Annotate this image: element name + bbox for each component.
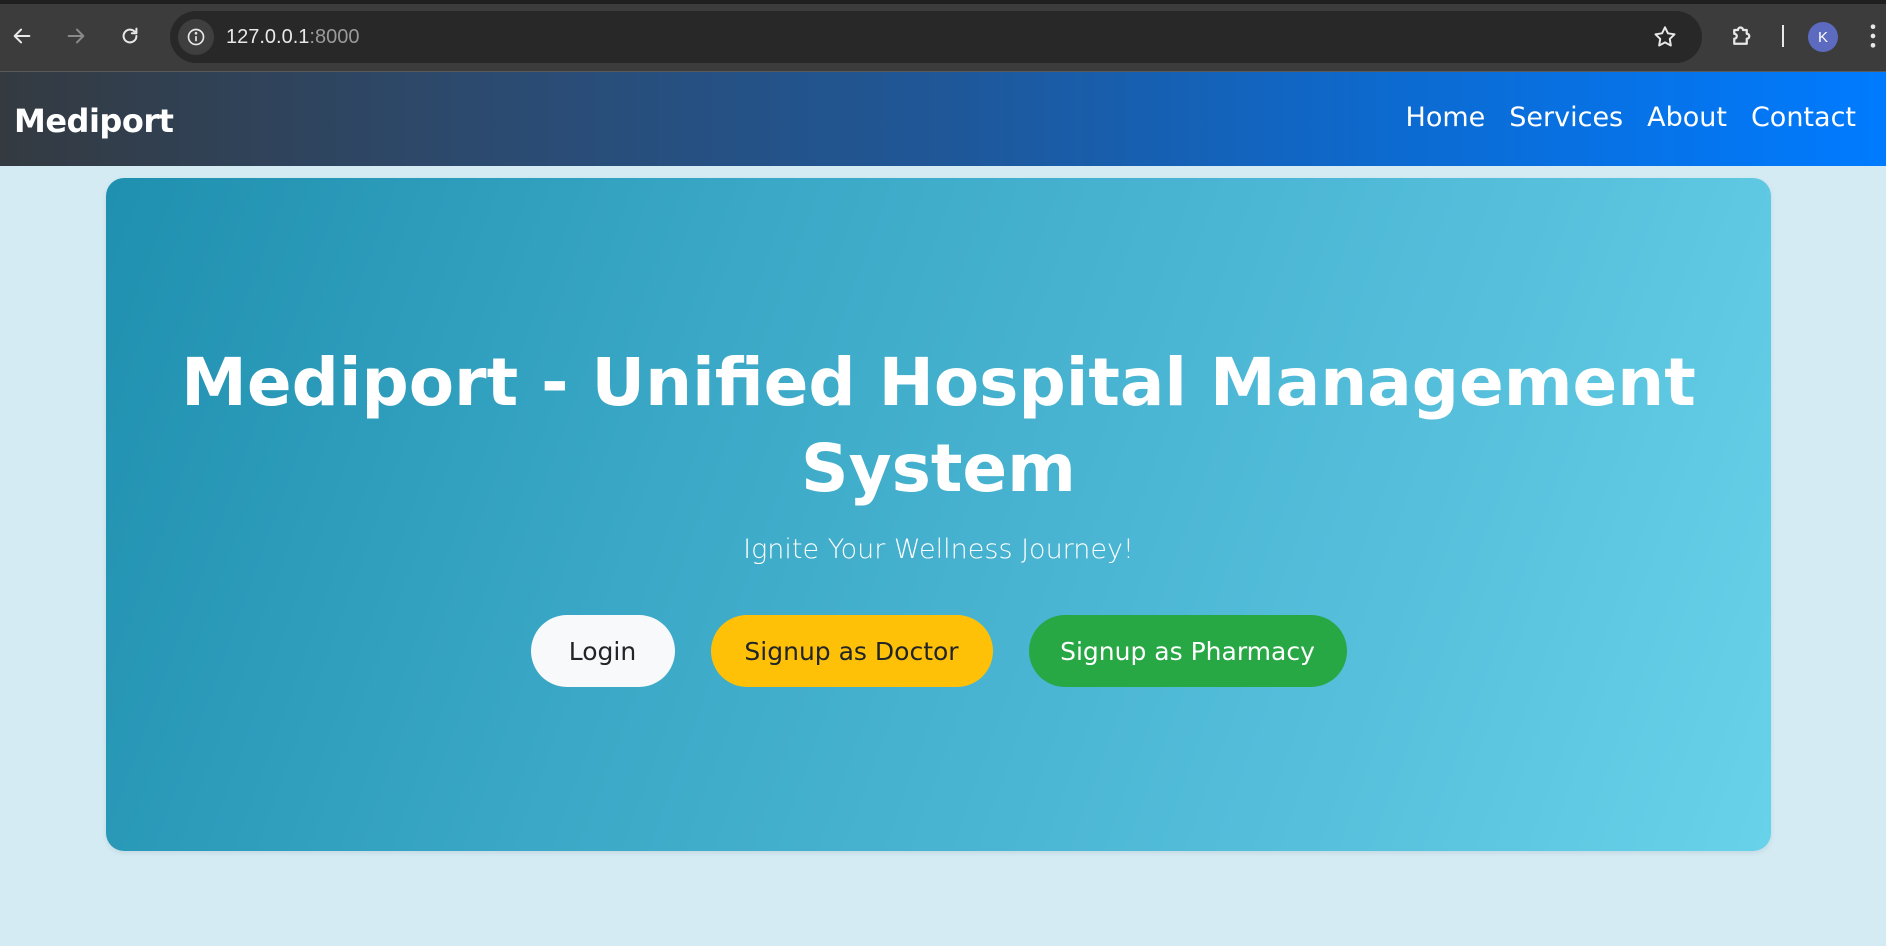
site-navbar: Mediport Home Services About Contact bbox=[0, 72, 1886, 166]
profile-avatar[interactable]: K bbox=[1808, 22, 1838, 52]
nav-link-home[interactable]: Home bbox=[1406, 102, 1486, 133]
kebab-menu-icon bbox=[1870, 24, 1876, 48]
bookmark-button[interactable] bbox=[1652, 24, 1678, 54]
back-button[interactable] bbox=[6, 20, 38, 52]
url-port: :8000 bbox=[309, 25, 360, 48]
nav-link-contact[interactable]: Contact bbox=[1751, 102, 1856, 133]
url-host: 127.0.0.1 bbox=[226, 25, 310, 48]
tab-strip bbox=[0, 0, 1886, 4]
site-info-button[interactable] bbox=[178, 19, 214, 55]
hero-title: Mediport - Unified Hospital Management S… bbox=[181, 344, 1696, 507]
arrow-left-icon bbox=[13, 28, 31, 44]
brand-logo[interactable]: Mediport bbox=[14, 102, 174, 140]
extensions-button[interactable] bbox=[1728, 20, 1758, 54]
browser-toolbar: 127.0.0.1:8000 K bbox=[0, 0, 1886, 72]
info-icon bbox=[187, 28, 205, 46]
star-icon bbox=[1654, 26, 1676, 47]
address-bar[interactable]: 127.0.0.1:8000 bbox=[170, 11, 1702, 63]
signup-pharmacy-button[interactable]: Signup as Pharmacy bbox=[1028, 615, 1347, 687]
browser-menu-button[interactable] bbox=[1868, 22, 1878, 54]
hero-actions: Login Signup as Doctor Signup as Pharmac… bbox=[106, 615, 1771, 687]
puzzle-icon bbox=[1733, 26, 1751, 45]
reload-button[interactable] bbox=[114, 20, 146, 52]
forward-button[interactable] bbox=[60, 20, 92, 52]
toolbar-divider bbox=[1782, 25, 1784, 47]
url-text[interactable]: 127.0.0.1:8000 bbox=[226, 26, 359, 49]
login-button[interactable]: Login bbox=[530, 615, 675, 687]
hero-card: Mediport - Unified Hospital Management S… bbox=[106, 178, 1771, 851]
signup-doctor-button[interactable]: Signup as Doctor bbox=[710, 615, 993, 687]
nav-links: Home Services About Contact bbox=[1406, 102, 1856, 133]
nav-link-services[interactable]: Services bbox=[1509, 102, 1623, 133]
reload-icon bbox=[122, 27, 138, 44]
arrow-right-icon bbox=[67, 28, 85, 44]
hero-subtitle: Ignite Your Wellness Journey! bbox=[743, 534, 1134, 565]
nav-link-about[interactable]: About bbox=[1647, 102, 1727, 133]
